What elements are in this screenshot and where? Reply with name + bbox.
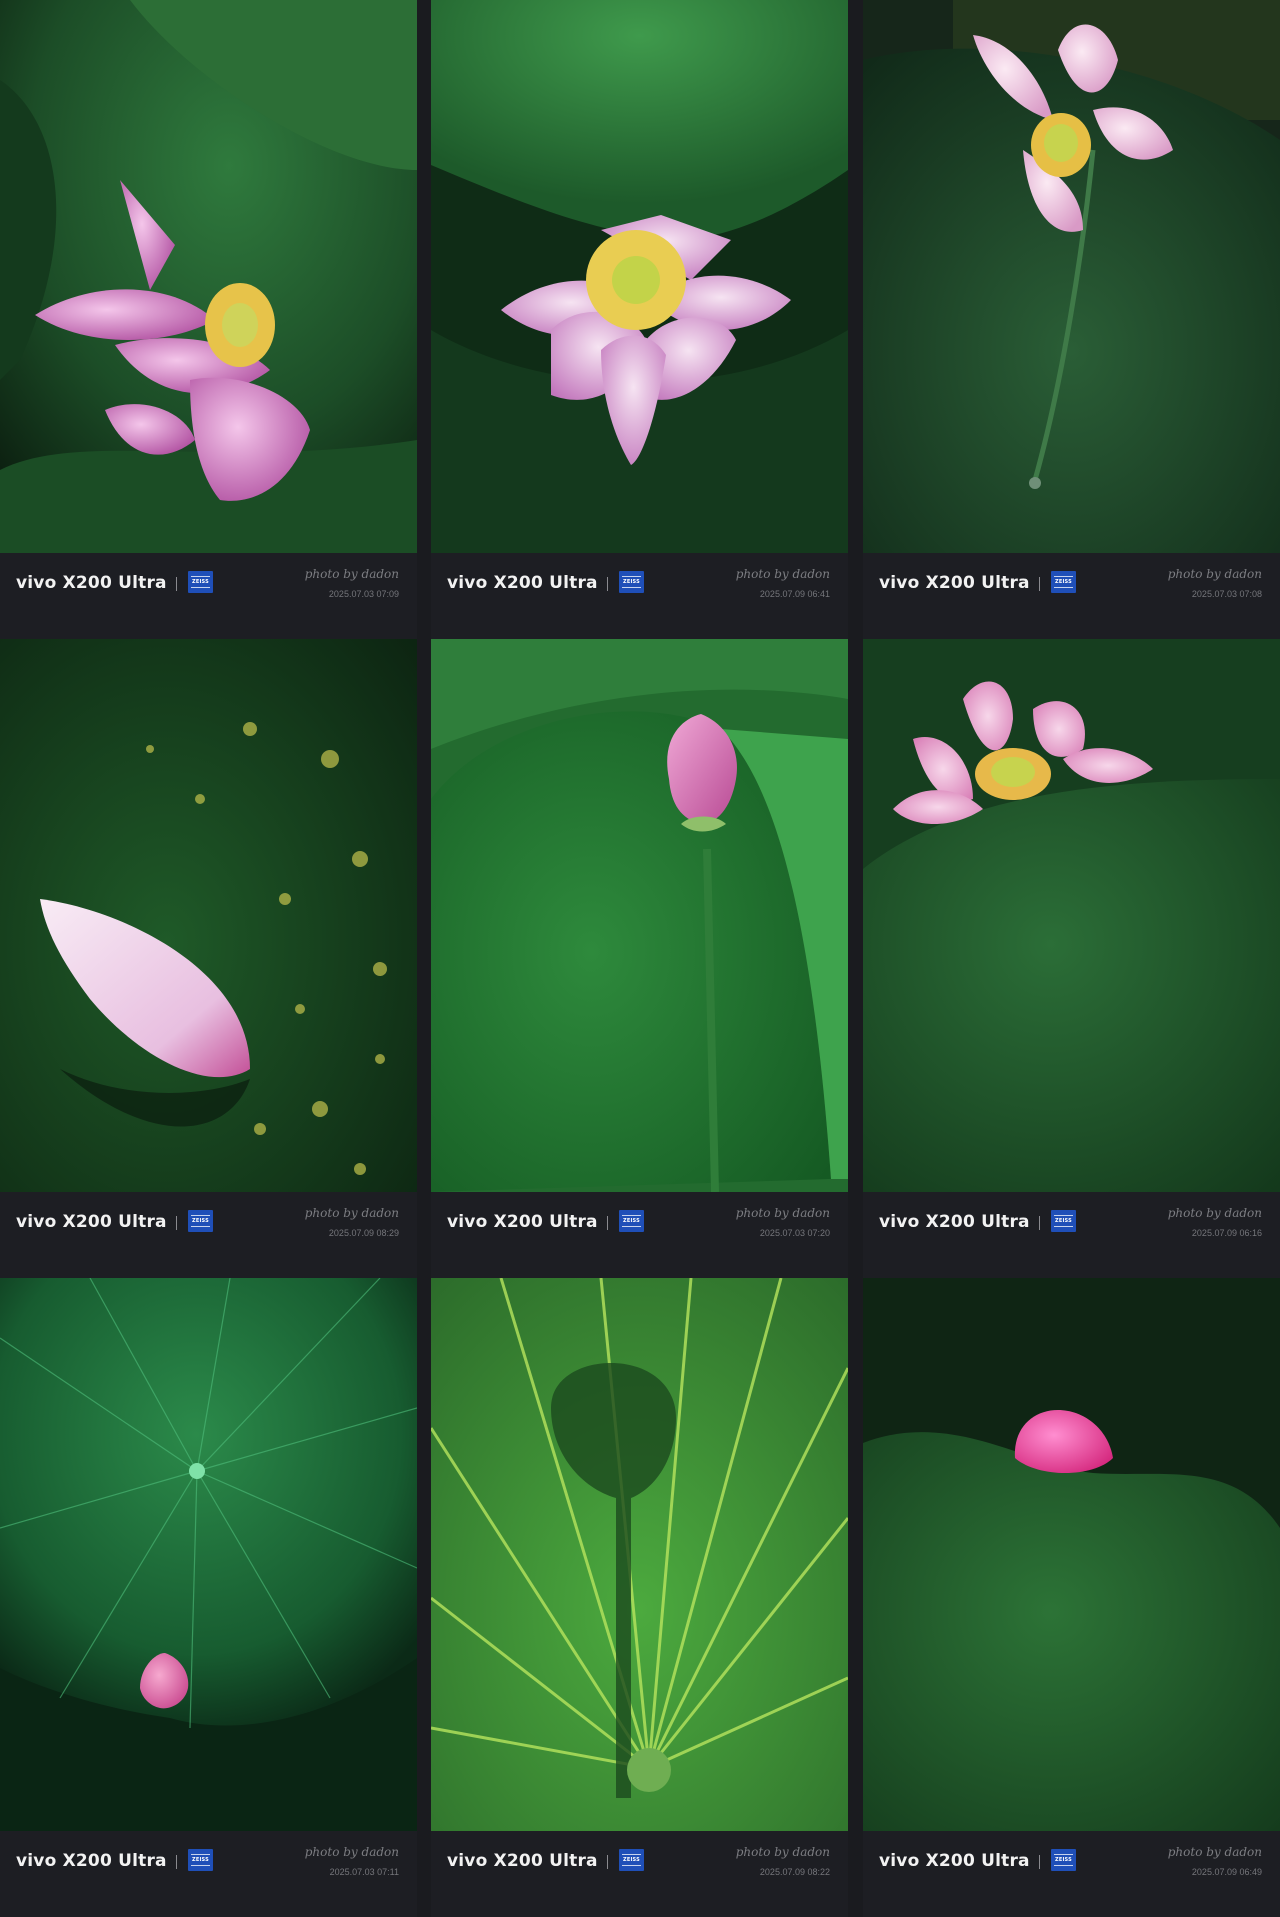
photo-timestamp: 2025.07.09 06:49 bbox=[1191, 1867, 1262, 1877]
lotus-photo[interactable] bbox=[0, 0, 417, 553]
photo-timestamp: 2025.07.03 07:08 bbox=[1191, 589, 1262, 599]
lotus-photo-image bbox=[0, 0, 417, 553]
photo-card[interactable]: vivo X200 Ultra ZEISS photo by dadon 202… bbox=[431, 0, 848, 639]
photo-card[interactable]: vivo X200 Ultra ZEISS photo by dadon 202… bbox=[863, 0, 1280, 639]
camera-brand-label: vivo X200 Ultra bbox=[447, 1851, 598, 1871]
zeiss-logo-icon: ZEISS bbox=[188, 1849, 213, 1871]
photo-watermark-bar: vivo X200 Ultra ZEISS photo by dadon 202… bbox=[863, 1192, 1280, 1278]
photo-card[interactable]: vivo X200 Ultra ZEISS photo by dadon 202… bbox=[0, 639, 417, 1278]
camera-brand-label: vivo X200 Ultra bbox=[879, 1212, 1030, 1232]
camera-brand-label: vivo X200 Ultra bbox=[879, 1851, 1030, 1871]
photo-card[interactable]: vivo X200 Ultra ZEISS photo by dadon 202… bbox=[863, 1278, 1280, 1917]
photo-watermark-bar: vivo X200 Ultra ZEISS photo by dadon 202… bbox=[0, 1831, 417, 1917]
photographer-credit: photo by dadon bbox=[304, 1206, 399, 1220]
photo-watermark-bar: vivo X200 Ultra ZEISS photo by dadon 202… bbox=[863, 1831, 1280, 1917]
lotus-photo[interactable] bbox=[0, 639, 417, 1192]
photographer-credit: photo by dadon bbox=[735, 567, 830, 581]
photo-timestamp: 2025.07.03 07:20 bbox=[759, 1228, 830, 1238]
lotus-photo[interactable] bbox=[0, 1278, 417, 1831]
photo-timestamp: 2025.07.03 07:09 bbox=[328, 589, 399, 599]
brand-divider bbox=[607, 577, 608, 591]
photo-card[interactable]: vivo X200 Ultra ZEISS photo by dadon 202… bbox=[431, 639, 848, 1278]
photo-watermark-bar: vivo X200 Ultra ZEISS photo by dadon 202… bbox=[431, 1831, 848, 1917]
photographer-credit: photo by dadon bbox=[304, 567, 399, 581]
lotus-photo[interactable] bbox=[863, 1278, 1280, 1831]
lotus-photo[interactable] bbox=[431, 0, 848, 553]
camera-brand-label: vivo X200 Ultra bbox=[447, 1212, 598, 1232]
brand-divider bbox=[176, 1855, 177, 1869]
lotus-photo-image bbox=[0, 639, 417, 1192]
zeiss-logo-icon: ZEISS bbox=[188, 1210, 213, 1232]
photographer-credit: photo by dadon bbox=[735, 1845, 830, 1859]
photographer-credit: photo by dadon bbox=[304, 1845, 399, 1859]
zeiss-logo-icon: ZEISS bbox=[619, 1210, 644, 1232]
zeiss-logo-icon: ZEISS bbox=[619, 1849, 644, 1871]
photo-grid: vivo X200 Ultra ZEISS photo by dadon 202… bbox=[0, 0, 1280, 1917]
camera-brand-label: vivo X200 Ultra bbox=[879, 573, 1030, 593]
photo-timestamp: 2025.07.03 07:11 bbox=[329, 1867, 399, 1877]
brand-divider bbox=[607, 1855, 608, 1869]
lotus-photo[interactable] bbox=[863, 639, 1280, 1192]
photographer-credit: photo by dadon bbox=[735, 1206, 830, 1220]
zeiss-logo-icon: ZEISS bbox=[1051, 1210, 1076, 1232]
brand-divider bbox=[1039, 1216, 1040, 1230]
lotus-photo-image bbox=[863, 639, 1280, 1192]
photographer-credit: photo by dadon bbox=[1167, 1845, 1262, 1859]
photo-watermark-bar: vivo X200 Ultra ZEISS photo by dadon 202… bbox=[863, 553, 1280, 639]
photo-timestamp: 2025.07.09 06:16 bbox=[1191, 1228, 1262, 1238]
lotus-photo[interactable] bbox=[431, 1278, 848, 1831]
photo-timestamp: 2025.07.09 08:29 bbox=[328, 1228, 399, 1238]
camera-brand-label: vivo X200 Ultra bbox=[16, 573, 167, 593]
camera-brand-label: vivo X200 Ultra bbox=[16, 1212, 167, 1232]
zeiss-logo-icon: ZEISS bbox=[619, 571, 644, 593]
photographer-credit: photo by dadon bbox=[1167, 1206, 1262, 1220]
photo-watermark-bar: vivo X200 Ultra ZEISS photo by dadon 202… bbox=[0, 1192, 417, 1278]
lotus-photo-image bbox=[863, 1278, 1280, 1831]
brand-divider bbox=[176, 1216, 177, 1230]
lotus-photo-image bbox=[0, 1278, 417, 1831]
photo-timestamp: 2025.07.09 06:41 bbox=[759, 589, 830, 599]
brand-divider bbox=[1039, 577, 1040, 591]
zeiss-logo-icon: ZEISS bbox=[188, 571, 213, 593]
camera-brand-label: vivo X200 Ultra bbox=[16, 1851, 167, 1871]
photo-card[interactable]: vivo X200 Ultra ZEISS photo by dadon 202… bbox=[863, 639, 1280, 1278]
lotus-photo-image bbox=[431, 639, 848, 1192]
brand-divider bbox=[176, 577, 177, 591]
photographer-credit: photo by dadon bbox=[1167, 567, 1262, 581]
lotus-photo-image bbox=[431, 1278, 848, 1831]
photo-timestamp: 2025.07.09 08:22 bbox=[759, 1867, 830, 1877]
photo-watermark-bar: vivo X200 Ultra ZEISS photo by dadon 202… bbox=[431, 553, 848, 639]
photo-card[interactable]: vivo X200 Ultra ZEISS photo by dadon 202… bbox=[0, 1278, 417, 1917]
lotus-photo-image bbox=[431, 0, 848, 553]
lotus-photo[interactable] bbox=[863, 0, 1280, 553]
lotus-photo-image bbox=[863, 0, 1280, 553]
photo-card[interactable]: vivo X200 Ultra ZEISS photo by dadon 202… bbox=[431, 1278, 848, 1917]
zeiss-logo-icon: ZEISS bbox=[1051, 571, 1076, 593]
zeiss-logo-icon: ZEISS bbox=[1051, 1849, 1076, 1871]
photo-watermark-bar: vivo X200 Ultra ZEISS photo by dadon 202… bbox=[431, 1192, 848, 1278]
brand-divider bbox=[607, 1216, 608, 1230]
photo-card[interactable]: vivo X200 Ultra ZEISS photo by dadon 202… bbox=[0, 0, 417, 639]
camera-brand-label: vivo X200 Ultra bbox=[447, 573, 598, 593]
photo-watermark-bar: vivo X200 Ultra ZEISS photo by dadon 202… bbox=[0, 553, 417, 639]
lotus-photo[interactable] bbox=[431, 639, 848, 1192]
brand-divider bbox=[1039, 1855, 1040, 1869]
